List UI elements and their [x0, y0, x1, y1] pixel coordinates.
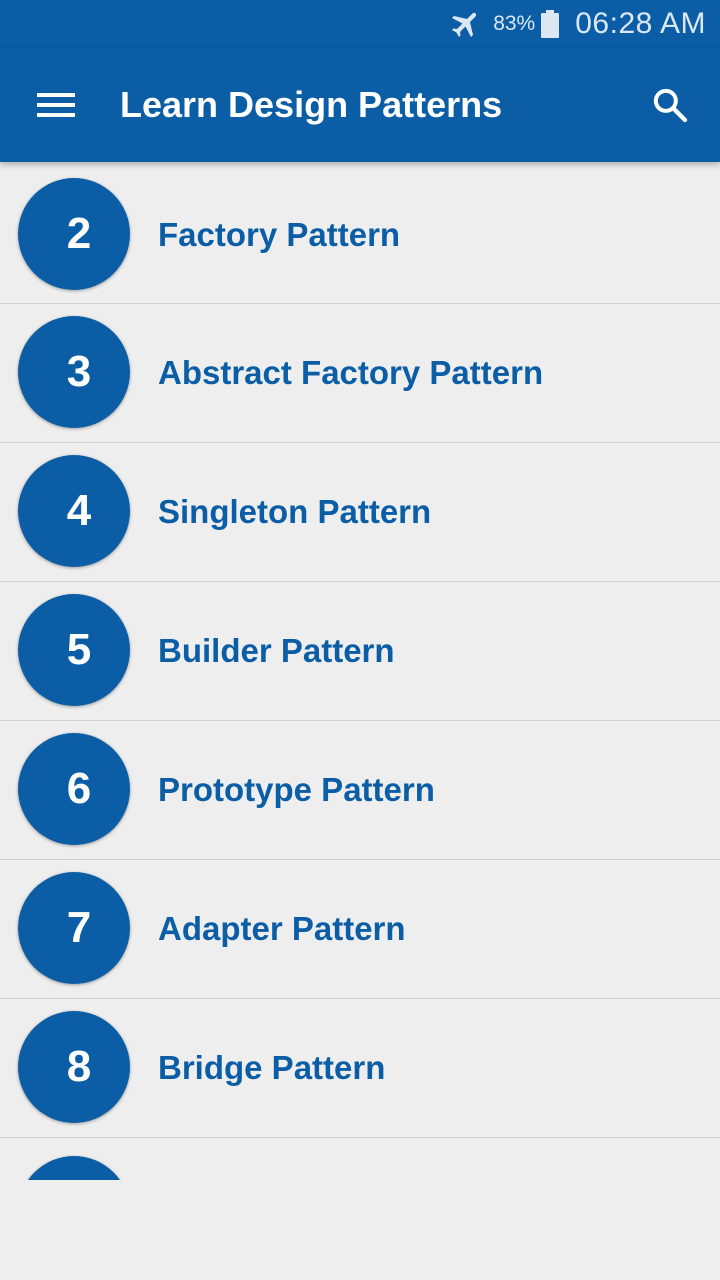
clock: 06:28 AM — [575, 7, 706, 40]
battery-percent: 83% — [493, 12, 536, 35]
number-badge: 4 — [18, 455, 130, 567]
number-badge: 5 — [18, 594, 130, 706]
pattern-label: Singleton Pattern — [158, 493, 432, 530]
pattern-label: Builder Pattern — [158, 632, 395, 669]
list-item[interactable]: 7 Adapter Pattern — [0, 860, 720, 999]
pattern-label: Factory Pattern — [158, 215, 401, 253]
list-item-partial[interactable] — [0, 1138, 720, 1180]
list-item[interactable]: 3 Abstract Factory Pattern — [0, 304, 720, 443]
number-badge — [18, 1156, 130, 1180]
number-badge: 8 — [18, 1011, 130, 1123]
search-icon — [653, 88, 688, 123]
menu-button[interactable] — [0, 48, 112, 162]
airplane-mode-icon — [452, 12, 477, 38]
pattern-list: 2 Factory Pattern 3 Abstract Factory Pat… — [0, 166, 720, 1180]
number-badge: 2 — [18, 177, 130, 290]
pattern-label: Bridge Pattern — [158, 1049, 386, 1086]
pattern-label: Abstract Factory Pattern — [158, 354, 544, 391]
hamburger-menu-icon — [37, 93, 75, 117]
number-badge: 6 — [18, 733, 130, 845]
status-bar: 83% 06:28 AM — [0, 0, 720, 48]
page-title: Learn Design Patterns — [120, 84, 503, 125]
app-bar: Learn Design Patterns — [0, 48, 720, 162]
number-badge: 7 — [18, 872, 130, 984]
list-item[interactable]: 6 Prototype Pattern — [0, 721, 720, 860]
list-item[interactable]: 2 Factory Pattern — [0, 166, 720, 304]
list-item[interactable]: 5 Builder Pattern — [0, 582, 720, 721]
list-item[interactable]: 8 Bridge Pattern — [0, 999, 720, 1138]
pattern-label: Adapter Pattern — [158, 910, 406, 947]
search-button[interactable] — [620, 48, 720, 162]
pattern-label: Prototype Pattern — [158, 771, 435, 808]
list-item[interactable]: 4 Singleton Pattern — [0, 443, 720, 582]
battery-icon — [541, 10, 560, 38]
number-badge: 3 — [18, 316, 130, 428]
